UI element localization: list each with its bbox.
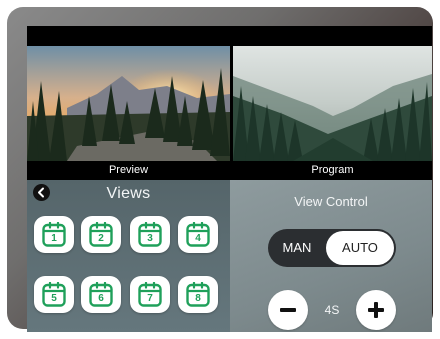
- view-button-number: 3: [147, 233, 153, 244]
- mode-man-option[interactable]: MAN: [268, 229, 326, 267]
- view-button-8[interactable]: 8: [178, 276, 218, 313]
- view-control-title: View Control: [294, 194, 368, 209]
- view-button-number: 7: [147, 293, 153, 304]
- program-monitor[interactable]: Program: [233, 46, 432, 180]
- view-button-number: 1: [51, 233, 57, 244]
- view-button-5[interactable]: 5: [34, 276, 74, 313]
- view-button-number: 5: [51, 293, 57, 304]
- view-button-1[interactable]: 1: [34, 216, 74, 253]
- view-button-number: 4: [195, 233, 201, 244]
- program-label: Program: [233, 161, 432, 180]
- preview-label: Preview: [27, 161, 230, 180]
- views-title: Views: [106, 185, 151, 202]
- preview-image: [27, 46, 230, 161]
- interval-value: 4S: [324, 303, 340, 317]
- program-image: [233, 46, 432, 161]
- device-frame: Preview Program Views 1 2 3 4 5 6 7 8 Vi…: [7, 7, 433, 332]
- view-button-3[interactable]: 3: [130, 216, 170, 253]
- view-button-number: 6: [98, 293, 104, 304]
- view-button-number: 8: [195, 293, 201, 304]
- mode-toggle[interactable]: MAN AUTO: [268, 229, 396, 267]
- preview-monitor[interactable]: Preview: [27, 46, 230, 180]
- view-button-6[interactable]: 6: [81, 276, 121, 313]
- view-button-4[interactable]: 4: [178, 216, 218, 253]
- view-button-number: 2: [98, 233, 104, 244]
- status-bar: [27, 26, 432, 46]
- minus-icon: [280, 308, 296, 312]
- mode-auto-option[interactable]: AUTO: [326, 231, 394, 265]
- screen: Preview Program Views 1 2 3 4 5 6 7 8 Vi…: [27, 26, 432, 332]
- decrease-interval-button[interactable]: [268, 290, 308, 330]
- plus-icon: [368, 302, 384, 318]
- increase-interval-button[interactable]: [356, 290, 396, 330]
- view-control-panel: View Control MAN AUTO 4S: [230, 180, 432, 332]
- view-button-7[interactable]: 7: [130, 276, 170, 313]
- views-panel: Views 1 2 3 4 5 6 7 8: [27, 180, 230, 332]
- view-button-2[interactable]: 2: [81, 216, 121, 253]
